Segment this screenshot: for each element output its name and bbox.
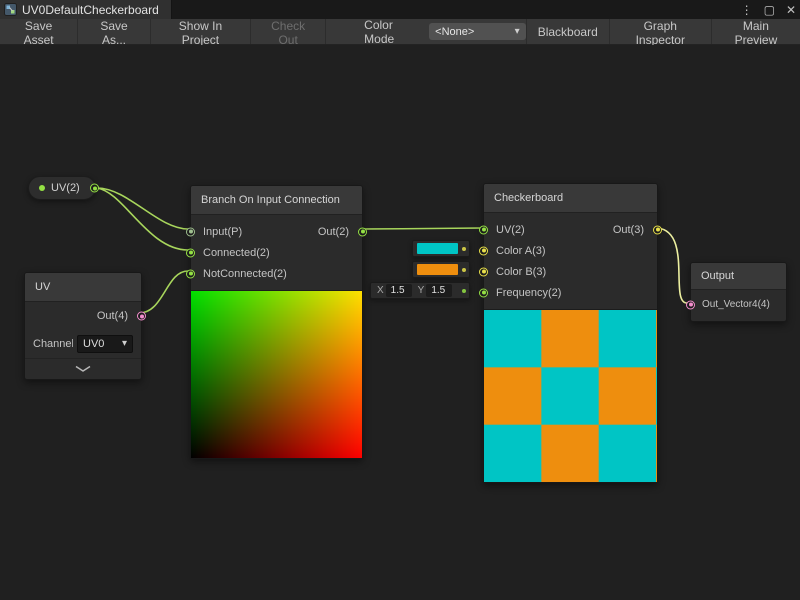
show-in-project-button[interactable]: Show In Project (151, 19, 251, 44)
close-icon[interactable]: ✕ (786, 4, 796, 16)
toolbar: Save Asset Save As... Show In Project Ch… (0, 19, 800, 45)
tab-title: UV0DefaultCheckerboard (22, 3, 159, 17)
uv-node[interactable]: UV Out(4) Channel UV0 ▾ (24, 272, 142, 380)
checkerboard-color-b-port[interactable] (479, 267, 488, 276)
checkerboard-out-row: Out(3) (613, 219, 657, 240)
frequency-x-label: X (377, 285, 384, 296)
branch-input-port[interactable] (186, 227, 195, 236)
output-vector4-label: Out_Vector4(4) (702, 299, 770, 310)
blackboard-button[interactable]: Blackboard (526, 19, 609, 44)
save-asset-button[interactable]: Save Asset (0, 19, 78, 44)
color-mode-value: <None> (435, 26, 474, 38)
color-a-swatch[interactable] (417, 243, 458, 254)
chevron-down-icon (74, 365, 92, 373)
checkerboard-color-b-label: Color B(3) (496, 266, 546, 278)
branch-connected-port[interactable] (186, 248, 195, 257)
checkerboard-node-header[interactable]: Checkerboard (484, 184, 657, 213)
checkerboard-preview (484, 309, 657, 482)
dropdown-arrow-icon: ▾ (122, 339, 127, 349)
frequency-field[interactable]: X 1.5 Y 1.5 (370, 282, 470, 299)
more-menu-icon[interactable]: ⋮ (741, 4, 753, 16)
uv-out-port[interactable] (137, 312, 146, 321)
color-a-connector-dot (462, 247, 466, 251)
tab-strip: UV0DefaultCheckerboard ⋮ ▢ ✕ (0, 0, 800, 19)
branch-connected-label: Connected(2) (203, 247, 270, 259)
branch-out-label: Out(2) (318, 226, 349, 238)
checkerboard-out-label: Out(3) (613, 224, 644, 236)
checkerboard-uv-port[interactable] (479, 225, 488, 234)
output-input-row: Out_Vector4(4) (691, 294, 786, 315)
branch-connected-row: Connected(2) (191, 242, 362, 263)
checkerboard-frequency-label: Frequency(2) (496, 287, 561, 299)
uv-node-title: UV (35, 281, 50, 293)
branch-node-title: Branch On Input Connection (201, 194, 340, 206)
output-vector4-port[interactable] (686, 300, 695, 309)
frequency-connector-dot (462, 289, 466, 293)
channel-dropdown[interactable]: UV0 ▾ (77, 335, 133, 353)
output-node-title: Output (701, 270, 734, 282)
checkerboard-node-title: Checkerboard (494, 192, 563, 204)
frequency-y-input[interactable]: 1.5 (426, 284, 452, 297)
branch-input-label: Input(P) (203, 226, 242, 238)
branch-notconnected-row: NotConnected(2) (191, 263, 362, 284)
graph-tab[interactable]: UV0DefaultCheckerboard (0, 0, 172, 19)
graph-inspector-button[interactable]: Graph Inspector (609, 19, 711, 44)
uv-property-pill[interactable]: UV(2) (28, 176, 96, 200)
checkerboard-node[interactable]: Checkerboard UV(2) Color A(3) Color B(3)… (483, 183, 658, 483)
checkerboard-color-a-row: Color A(3) (484, 240, 657, 261)
checkerboard-color-b-row: Color B(3) (484, 261, 657, 282)
checkerboard-uv-label: UV(2) (496, 224, 525, 236)
channel-value: UV0 (83, 338, 104, 350)
check-out-button: Check Out (251, 19, 326, 44)
color-mode-label: Color Mode (356, 18, 429, 46)
color-b-field[interactable] (412, 261, 470, 278)
dropdown-arrow-icon: ▾ (515, 27, 520, 37)
checkerboard-out-port[interactable] (653, 225, 662, 234)
checkerboard-color-a-port[interactable] (479, 246, 488, 255)
frequency-x-input[interactable]: 1.5 (386, 284, 412, 297)
branch-notconnected-label: NotConnected(2) (203, 268, 287, 280)
output-node-header[interactable]: Output (691, 263, 786, 290)
branch-out-row: Out(2) (318, 221, 362, 242)
color-a-field[interactable] (412, 240, 470, 257)
color-b-connector-dot (462, 268, 466, 272)
color-mode-dropdown[interactable]: <None> ▾ (429, 23, 526, 40)
uv-node-collapse-button[interactable] (25, 358, 141, 379)
uv-property-out-port[interactable] (90, 184, 99, 193)
uv-node-header[interactable]: UV (25, 273, 141, 302)
main-preview-button[interactable]: Main Preview (711, 19, 800, 44)
uv-out-label: Out(4) (97, 310, 128, 322)
save-as-button[interactable]: Save As... (78, 19, 151, 44)
uv-property-label: UV(2) (51, 182, 80, 194)
channel-label: Channel (33, 338, 73, 350)
output-node[interactable]: Output Out_Vector4(4) (690, 262, 787, 322)
branch-node[interactable]: Branch On Input Connection Input(P) Conn… (190, 185, 363, 459)
checkerboard-frequency-row: Frequency(2) (484, 282, 657, 303)
maximize-icon[interactable]: ▢ (764, 4, 775, 16)
branch-preview (191, 290, 362, 458)
checkerboard-frequency-port[interactable] (479, 288, 488, 297)
property-dot-icon (39, 185, 45, 191)
checkerboard-color-a-label: Color A(3) (496, 245, 546, 257)
branch-notconnected-port[interactable] (186, 269, 195, 278)
shader-graph-icon (4, 3, 17, 16)
window-controls: ⋮ ▢ ✕ (741, 0, 796, 19)
color-b-swatch[interactable] (417, 264, 458, 275)
branch-out-port[interactable] (358, 227, 367, 236)
branch-node-header[interactable]: Branch On Input Connection (191, 186, 362, 215)
frequency-y-label: Y (418, 285, 425, 296)
